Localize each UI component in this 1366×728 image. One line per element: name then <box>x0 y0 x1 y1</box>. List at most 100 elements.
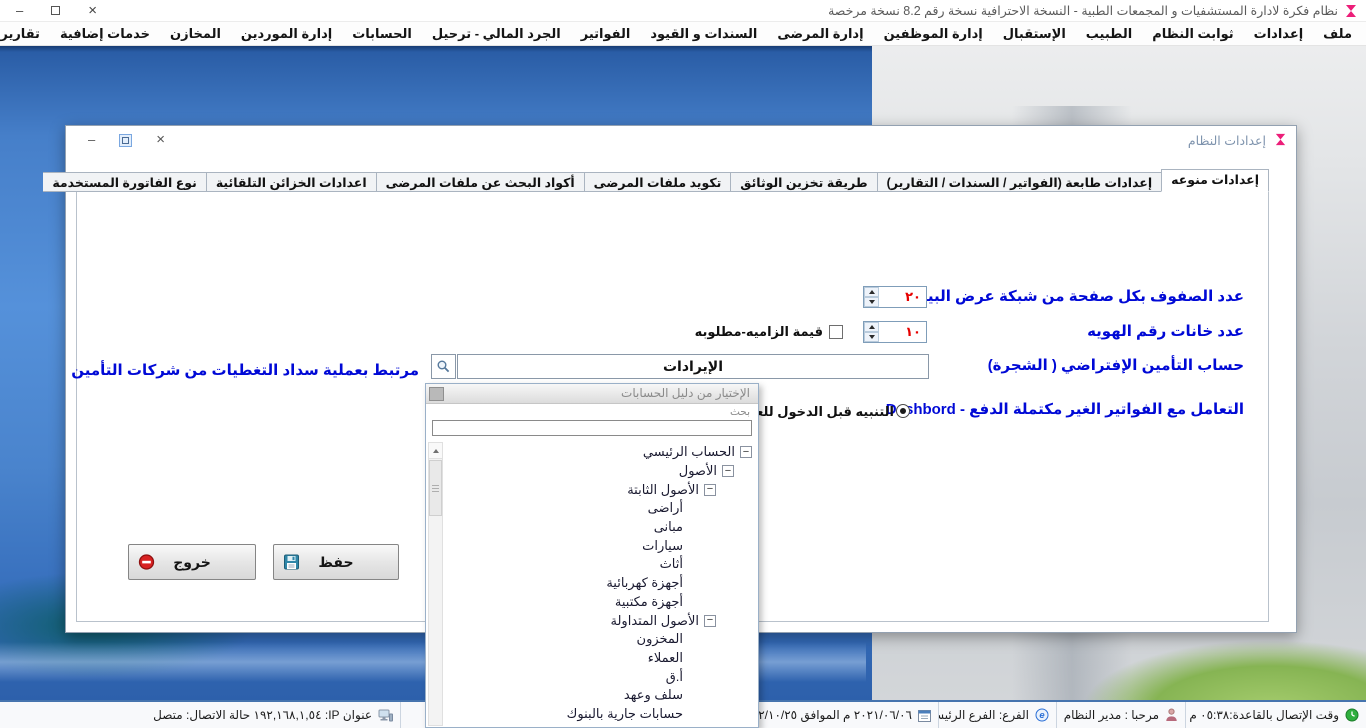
insurance-account-label: حساب التأمين الإفتراضي ( الشجرة) <box>988 356 1244 374</box>
menu-item[interactable]: إعدادات <box>1244 24 1314 44</box>
insurance-linked-label: مرتبط بعملية سداد التغطيات من شركات التأ… <box>71 361 419 379</box>
dialog-controls: – × <box>88 131 165 149</box>
db-time-text: وقت الإتصال بالقاعدة:٠٥:٣٨ م <box>1189 708 1339 722</box>
tree-item[interactable]: أراضى <box>444 499 758 518</box>
clock-icon <box>1345 708 1359 722</box>
tree-item-label: أراضى <box>648 500 683 516</box>
tab[interactable]: تكويد ملفات المرضى <box>585 172 732 192</box>
grid-rows-label: عدد الصفوف بكل صفحة من شبكة عرض البيانات <box>896 287 1244 305</box>
tree-item[interactable]: حسابات جارية بالبنوك <box>444 705 758 724</box>
tree-item-label: الأصول الثابتة <box>627 482 699 498</box>
dropdown-header-button[interactable] <box>429 387 444 401</box>
exit-button[interactable]: خروج <box>128 544 256 580</box>
status-section-db-time: وقت الإتصال بالقاعدة:٠٥:٣٨ م <box>1185 702 1366 728</box>
tree-item-label: أثاث <box>660 556 683 572</box>
spinner-down-button[interactable] <box>864 297 879 307</box>
id-digits-spinner[interactable]: ١٠ <box>863 321 927 343</box>
tree-item[interactable]: أجهزة مكتبية <box>444 593 758 612</box>
spinner-buttons <box>864 322 879 342</box>
dialog-titlebar: إعدادات النظام – × <box>66 126 1296 156</box>
spinner-up-button[interactable] <box>864 287 879 297</box>
dialog-logo-icon <box>1274 133 1287 146</box>
account-search-button[interactable] <box>431 354 456 379</box>
tree-item[interactable]: أجهزة كهربائية <box>444 574 758 593</box>
tree-item[interactable]: −الأصول الثابتة <box>444 480 758 499</box>
tree-item[interactable]: سيارات <box>444 536 758 555</box>
tree-item[interactable]: −الأصول <box>444 462 758 481</box>
app-logo-icon <box>1344 4 1358 18</box>
menu-item[interactable]: تقارير المخازن <box>0 24 50 44</box>
menu-item[interactable]: إدارة المرضى <box>767 24 873 44</box>
date-text: ٢٠٢١/٠٦/٠٦ م الموافق ١٤٤٢/١٠/٢٥ <box>739 708 912 722</box>
status-section-branch: e الفرع: الفرع الرئيسي <box>938 702 1056 728</box>
tree-item[interactable]: −الحساب الرئيسي <box>444 443 758 462</box>
tree-item[interactable]: −الأصول المتداولة <box>444 611 758 630</box>
branch-text: الفرع: الفرع الرئيسي <box>938 708 1029 722</box>
menu-item[interactable]: الحسابات <box>342 24 422 44</box>
tree-item-label: العملاء <box>648 650 683 666</box>
menu-item[interactable]: الطبيب <box>1076 24 1142 44</box>
accounts-tree: −الحساب الرئيسي−الأصول−الأصول الثابتةأرا… <box>426 441 758 727</box>
menu-item[interactable]: ثوابت النظام <box>1142 24 1243 44</box>
spinner-up-button[interactable] <box>864 322 879 332</box>
tab[interactable]: اعدادات الخزائن التلقائية <box>207 172 377 192</box>
save-button[interactable]: حفظ <box>273 544 399 580</box>
tree-scrollbar[interactable] <box>428 442 443 726</box>
unpaid-option-radio[interactable] <box>896 404 910 418</box>
menu-item[interactable]: ملف <box>1313 24 1362 44</box>
tree-expander-icon[interactable]: − <box>740 446 752 458</box>
tree-item-label: المخزون <box>637 631 683 647</box>
menu-item[interactable]: خدمات إضافية <box>50 24 160 44</box>
menu-item[interactable]: إدارة الموظفين <box>874 24 993 44</box>
scroll-up-button[interactable] <box>429 443 442 459</box>
menu-item[interactable]: الجرد المالي - ترحيل <box>422 24 571 44</box>
tree-item[interactable]: سلف وعهد <box>444 686 758 705</box>
tab[interactable]: طريقة تخزين الوثائق <box>731 172 877 192</box>
tree-item[interactable]: أ.ق <box>444 667 758 686</box>
tab[interactable]: نوع الفاتورة المستخدمة <box>43 172 207 192</box>
menu-item[interactable]: إدارة الموردين <box>231 24 342 44</box>
dropdown-search-input[interactable] <box>432 420 752 436</box>
unpaid-invoices-label: التعامل مع الفواتير الغير مكتملة الدفع -… <box>886 400 1244 418</box>
status-section-ip: عنوان IP: ١٩٢,١٦٨,١,٥٤ حالة الاتصال: متص… <box>0 702 400 728</box>
tree-item-label: الحساب الرئيسي <box>643 444 735 460</box>
scroll-thumb[interactable] <box>429 460 442 516</box>
grid-rows-spinner[interactable]: ٢٠ <box>863 286 927 308</box>
tab[interactable]: أكواد البحث عن ملفات المرضى <box>377 172 585 192</box>
tab[interactable]: إعدادات منوعه <box>1161 169 1269 192</box>
dialog-minimize-button[interactable]: – <box>88 131 95 149</box>
menu-item[interactable]: الإستقبال <box>993 24 1076 44</box>
dialog-close-button[interactable]: × <box>156 131 165 149</box>
globe-icon: e <box>1035 708 1049 722</box>
menu-item[interactable]: السندات و القيود <box>640 24 767 44</box>
menu-item[interactable]: المخازن <box>160 24 231 44</box>
tree-item-label: حسابات جارية بالبنوك <box>567 706 683 722</box>
dialog-title: إعدادات النظام <box>1188 133 1266 148</box>
tree-expander-icon[interactable]: − <box>722 465 734 477</box>
minimize-button[interactable]: – <box>16 2 23 20</box>
exit-icon <box>138 554 155 571</box>
spinner-down-button[interactable] <box>864 332 879 342</box>
tree-item[interactable]: المخزون <box>444 630 758 649</box>
dropdown-search-label: بحث <box>730 406 750 418</box>
tree-item[interactable]: العملاء <box>444 649 758 668</box>
save-button-label: حفظ <box>318 554 353 571</box>
tree-expander-icon[interactable]: − <box>704 484 716 496</box>
tree-item-label: أ.ق <box>666 669 683 685</box>
close-button[interactable]: × <box>88 2 97 20</box>
tree-item-label: سلف وعهد <box>624 687 683 703</box>
tree-item[interactable]: أثاث <box>444 555 758 574</box>
maximize-button[interactable] <box>51 2 60 20</box>
tree-expander-icon[interactable]: − <box>704 615 716 627</box>
dropdown-header: الإختيار من دليل الحسابات <box>426 384 758 404</box>
insurance-account-combobox[interactable]: الإيرادات <box>457 354 929 379</box>
dialog-maximize-button[interactable] <box>119 134 132 147</box>
tab[interactable]: إعدادات طابعة (الفواتير / السندات / التق… <box>878 172 1161 192</box>
window-controls: – × <box>16 1 97 21</box>
tree-item[interactable]: مبانى <box>444 518 758 537</box>
tree-item-label: الأصول <box>679 463 717 479</box>
menu-item[interactable]: الفواتير <box>571 24 641 44</box>
id-required-checkbox[interactable] <box>829 325 843 339</box>
window-title: نظام فكرة لادارة المستشفيات و المجمعات ا… <box>828 3 1338 18</box>
search-icon <box>436 359 451 374</box>
